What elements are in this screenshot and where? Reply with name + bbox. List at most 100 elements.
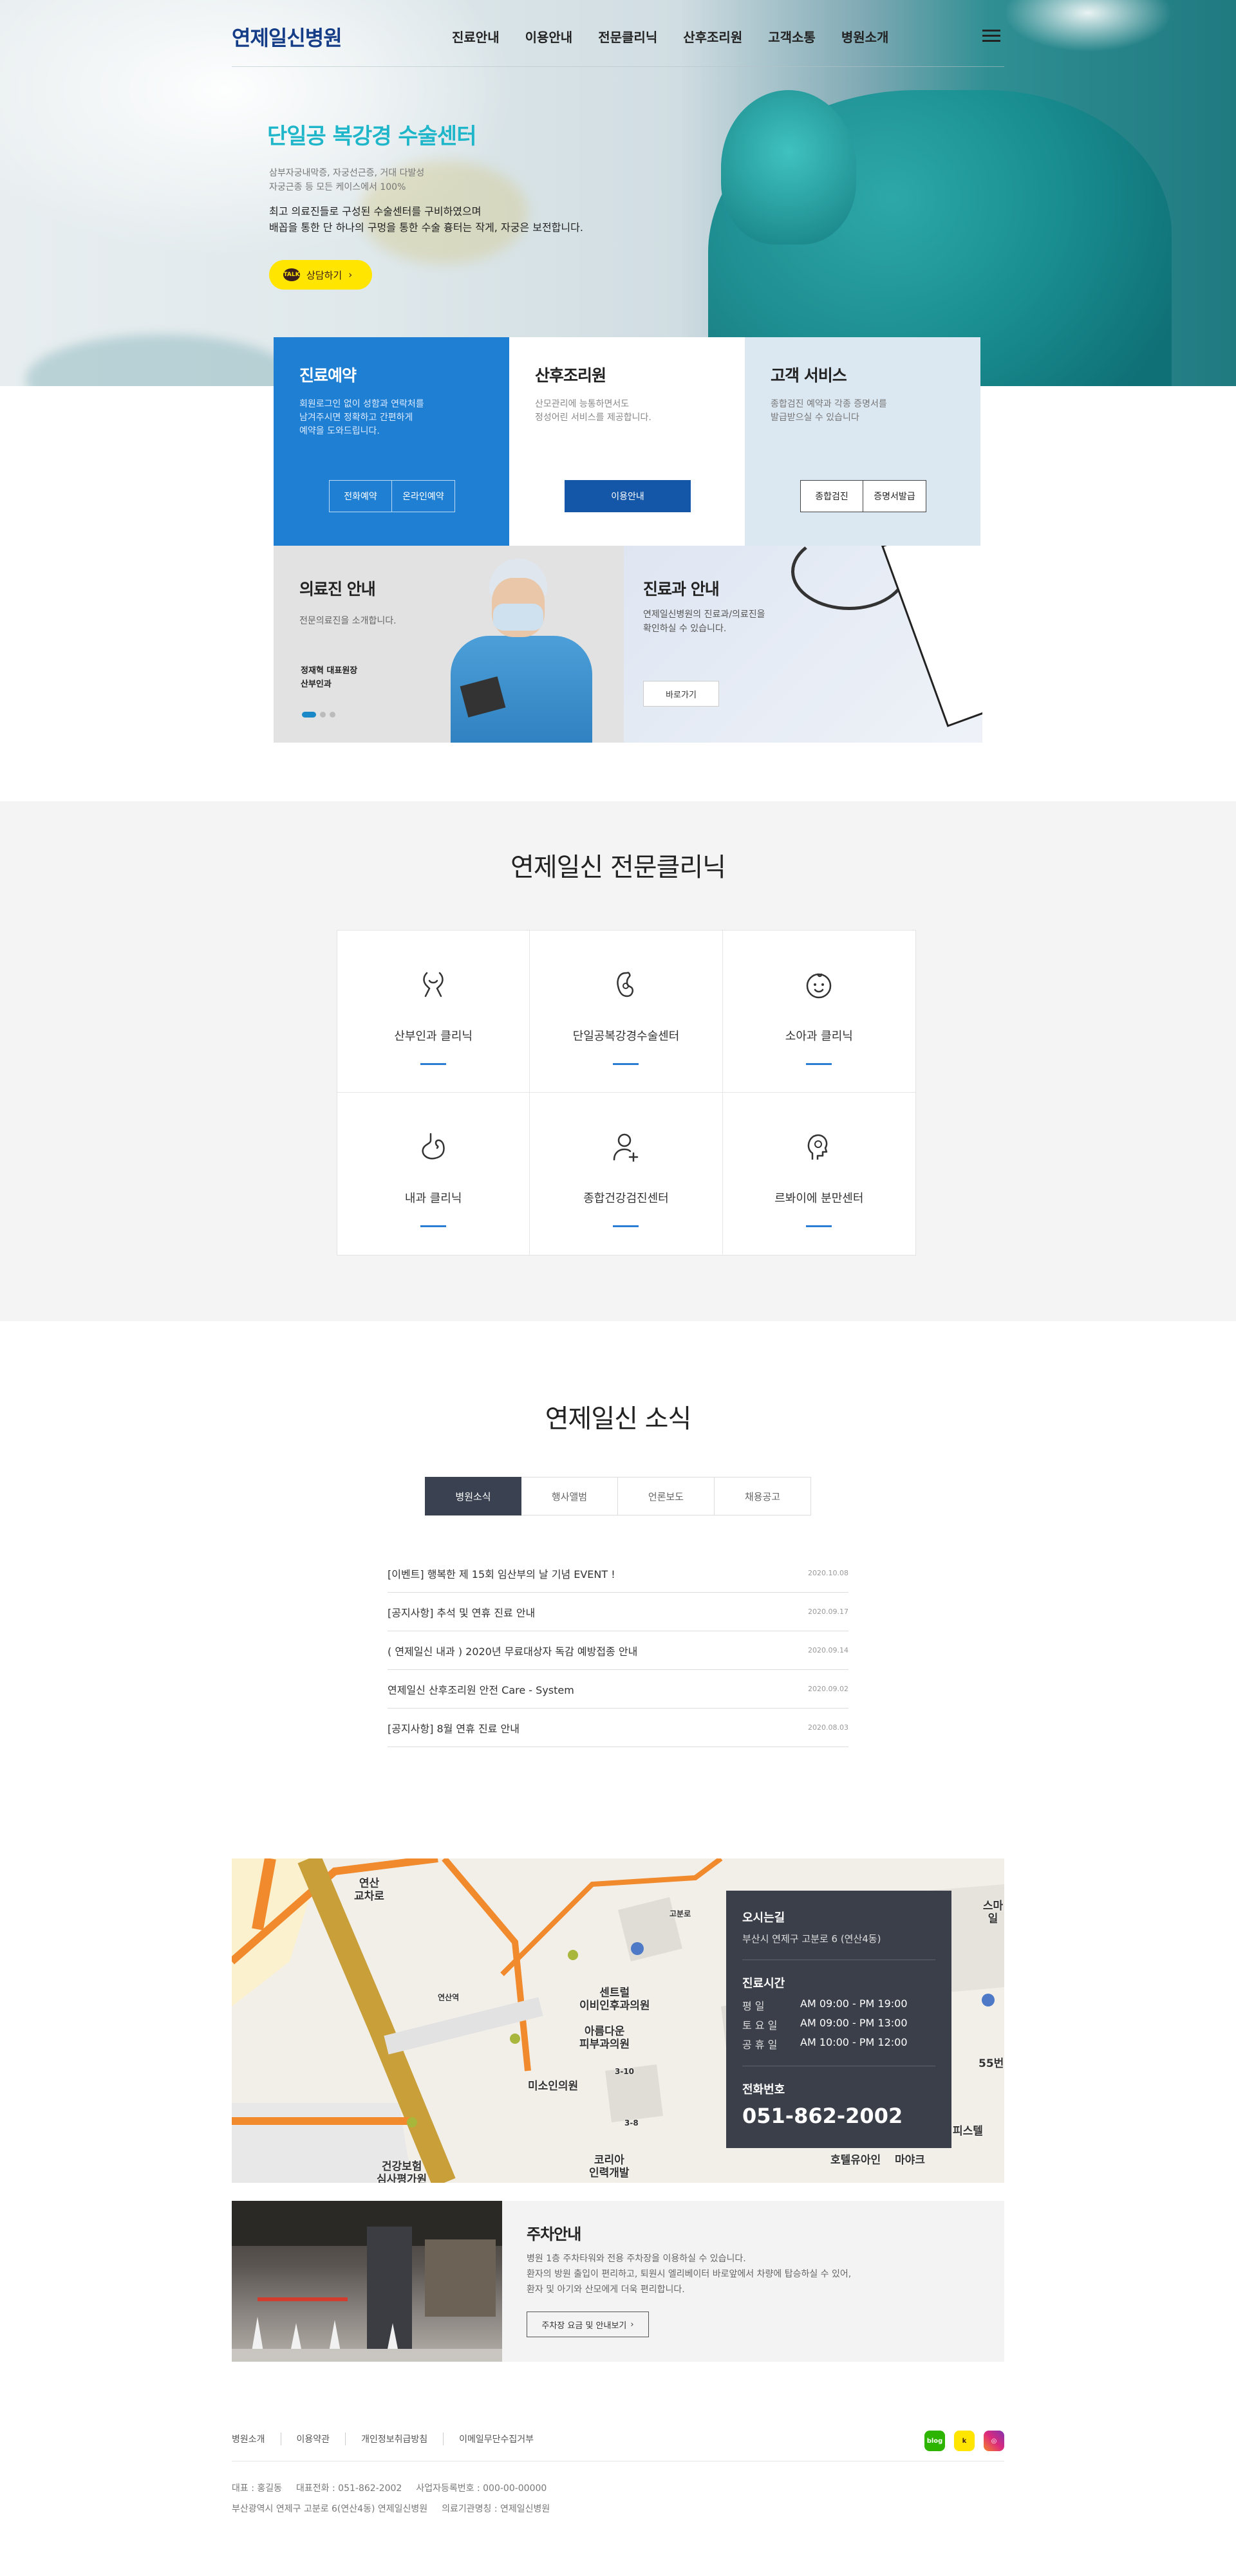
parking-fee-button[interactable]: 주차장 요금 및 안내보기 ›: [527, 2312, 649, 2337]
map-label: 55번: [979, 2057, 1004, 2070]
nav-item[interactable]: 산후조리원: [683, 27, 742, 46]
slide-dot[interactable]: [330, 712, 335, 718]
clinic-grid: 산부인과 클리닉 단일공복강경수술센터 소아과 클리닉 내과 클리닉 종합건강검: [337, 930, 916, 1256]
phone-reservation-button[interactable]: 전화예약: [329, 480, 392, 512]
clinic-label: 단일공복강경수술센터: [572, 1030, 680, 1043]
clinic-item[interactable]: 산부인과 클리닉: [337, 931, 530, 1093]
hours-row: 토 요 일 AM 09:00 - PM 13:00: [742, 2017, 935, 2032]
section-title: 연제일신 전문클리닉: [510, 853, 726, 882]
sns-links: blog k ◎: [924, 2431, 1004, 2451]
news-date: 2020.08.03: [808, 1723, 848, 1732]
location-info-panel: 오시는길 부산시 연제구 고분로 6 (연산4동) 진료시간 평 일 AM 09:…: [726, 1891, 951, 2148]
tab-hospital-news[interactable]: 병원소식: [425, 1477, 521, 1515]
footer-link[interactable]: 이용약관: [280, 2432, 346, 2445]
department-card: 진료과 안내 연제일신병원의 진료과/의료진을 확인하실 수 있습니다. 바로가…: [624, 546, 982, 743]
chevron-right-icon: ›: [348, 269, 353, 281]
nav-item[interactable]: 전문클리닉: [598, 27, 657, 46]
hours-day: 평 일: [742, 2000, 765, 2012]
map-label: 아름다운 피부과의원: [579, 2025, 630, 2051]
hero-description: 최고 의료진들로 구성된 수술센터를 구비하였으며 배꼽을 통한 단 하나의 구…: [269, 205, 583, 234]
tel-value[interactable]: 051-862-2002: [742, 2104, 935, 2128]
hours-time: AM 09:00 - PM 19:00: [800, 1997, 908, 2010]
clinic-item[interactable]: 소아과 클리닉: [722, 931, 915, 1093]
map-label: 연산 교차로: [354, 1877, 384, 1903]
parking-title: 주차안내: [527, 2225, 581, 2243]
checkup-button[interactable]: 종합검진: [800, 480, 863, 512]
usage-guide-button[interactable]: 이용안내: [565, 480, 691, 512]
news-date: 2020.09.17: [808, 1608, 848, 1616]
kakao-icon[interactable]: k: [954, 2431, 975, 2451]
news-item[interactable]: [공지사항] 8월 연휴 진료 안내 2020.08.03: [388, 1709, 848, 1747]
news-item[interactable]: [공지사항] 추석 및 연휴 진료 안내 2020.09.17: [388, 1593, 848, 1631]
address-label: 오시는길: [742, 1911, 785, 1925]
hours-time: AM 10:00 - PM 12:00: [800, 2036, 908, 2048]
tab-event-album[interactable]: 행사앨범: [521, 1477, 618, 1515]
clinic-label: 르봐이에 분만센터: [774, 1192, 864, 1205]
online-reservation-button[interactable]: 온라인예약: [392, 480, 455, 512]
box-desc: 종합검진 예약과 각종 증명서를 발급받으실 수 있습니다: [771, 399, 887, 423]
hours-row: 공 휴 일 AM 10:00 - PM 12:00: [742, 2036, 935, 2052]
hero-title: 단일공 복강경 수술센터: [267, 124, 476, 149]
parking-photo: [232, 2201, 502, 2362]
news-item[interactable]: ( 연제일신 내과 ) 2020년 무료대상자 독감 예방접종 안내 2020.0…: [388, 1631, 848, 1670]
map-label: 피스텔: [953, 2125, 983, 2138]
map-label: 3-10: [615, 2067, 635, 2076]
slide-dot[interactable]: [302, 712, 316, 718]
hamburger-menu-icon[interactable]: [982, 30, 1000, 42]
surgeon-head: [721, 90, 856, 245]
news-title: [공지사항] 추석 및 연휴 진료 안내: [388, 1606, 536, 1619]
clinic-item[interactable]: 단일공복강경수술센터: [530, 931, 723, 1093]
news-item[interactable]: [이벤트] 행복한 제 15회 임산부의 날 기념 EVENT ! 2020.10…: [388, 1554, 848, 1593]
button-group: 이용안내: [565, 480, 691, 512]
doctor-intro-card[interactable]: 의료진 안내 전문의료진을 소개합니다. 정재혁 대표원장 산부인과: [274, 546, 624, 743]
map-label: 3-8: [624, 2118, 639, 2127]
nav-item[interactable]: 고객소통: [768, 27, 816, 46]
instagram-icon[interactable]: ◎: [984, 2431, 1004, 2451]
certificate-button[interactable]: 증명서발급: [863, 480, 926, 512]
clinic-item[interactable]: 종합건강검진센터: [530, 1093, 723, 1255]
box-title: 진료예약: [299, 366, 357, 385]
map-label: 미소인의원: [528, 2080, 579, 2093]
clinic-label: 종합건강검진센터: [583, 1192, 669, 1205]
info-text: 사업자등록번호 : 000-00-00000: [416, 2483, 547, 2494]
nav-item[interactable]: 이용안내: [525, 27, 573, 46]
button-group: 종합검진 증명서발급: [800, 480, 926, 512]
address-value: 부산시 연제구 고분로 6 (연산4동): [742, 1933, 881, 1945]
parking-section: 주차안내 병원 1층 주차타워와 전용 주차장을 이용하실 수 있습니다. 환자…: [232, 2201, 1004, 2362]
card-title: 의료진 안내: [299, 580, 376, 598]
head-icon: [808, 1134, 828, 1160]
logo[interactable]: 연제일신병원: [232, 22, 342, 51]
hours-row: 평 일 AM 09:00 - PM 19:00: [742, 1997, 935, 2013]
surgery-lamp: [1004, 0, 1172, 51]
tab-recruit[interactable]: 채용공고: [715, 1477, 811, 1515]
news-item[interactable]: 연제일신 산후조리원 안전 Care - System 2020.09.02: [388, 1670, 848, 1709]
kakao-consult-button[interactable]: TALK 상담하기 ›: [269, 260, 372, 290]
footer-link[interactable]: 이메일무단수집거부: [443, 2432, 549, 2445]
news-title: ( 연제일신 내과 ) 2020년 무료대상자 독감 예방접종 안내: [388, 1645, 638, 1658]
clinic-item[interactable]: 내과 클리닉: [337, 1093, 530, 1255]
footer-link[interactable]: 개인정보취급방침: [345, 2432, 443, 2445]
tel-label: 전화번호: [742, 2083, 785, 2097]
slide-dot[interactable]: [320, 712, 326, 718]
news-title: [공지사항] 8월 연휴 진료 안내: [388, 1722, 520, 1735]
nav-item[interactable]: 진료안내: [452, 27, 500, 46]
map-label: 스마일: [982, 1900, 1004, 1925]
tab-press[interactable]: 언론보도: [618, 1477, 715, 1515]
kakao-talk-icon: TALK: [283, 268, 300, 281]
person-plus-icon: [613, 1133, 639, 1162]
go-button[interactable]: 바로가기: [643, 681, 719, 707]
clinic-label: 산부인과 클리닉: [394, 1030, 473, 1043]
chevron-right-icon: ›: [630, 2319, 634, 2330]
blog-icon[interactable]: blog: [924, 2431, 945, 2451]
nav-item[interactable]: 병원소개: [841, 27, 889, 46]
clinic-item[interactable]: 르봐이에 분만센터: [723, 1093, 915, 1255]
news-tabs: 병원소식 행사앨범 언론보도 채용공고: [425, 1477, 811, 1515]
doctor-image: [438, 559, 624, 743]
hours-day: 공 휴 일: [742, 2039, 778, 2051]
footer-link[interactable]: 병원소개: [232, 2432, 281, 2445]
site-header: 연제일신병원 진료안내 이용안내 전문클리닉 산후조리원 고객소통 병원소개: [232, 0, 1004, 67]
stomach-icon: [422, 1133, 445, 1160]
card-desc: 전문의료진을 소개합니다.: [299, 616, 397, 626]
hours-label: 진료시간: [742, 1977, 785, 1990]
kidney-icon: [617, 972, 634, 997]
